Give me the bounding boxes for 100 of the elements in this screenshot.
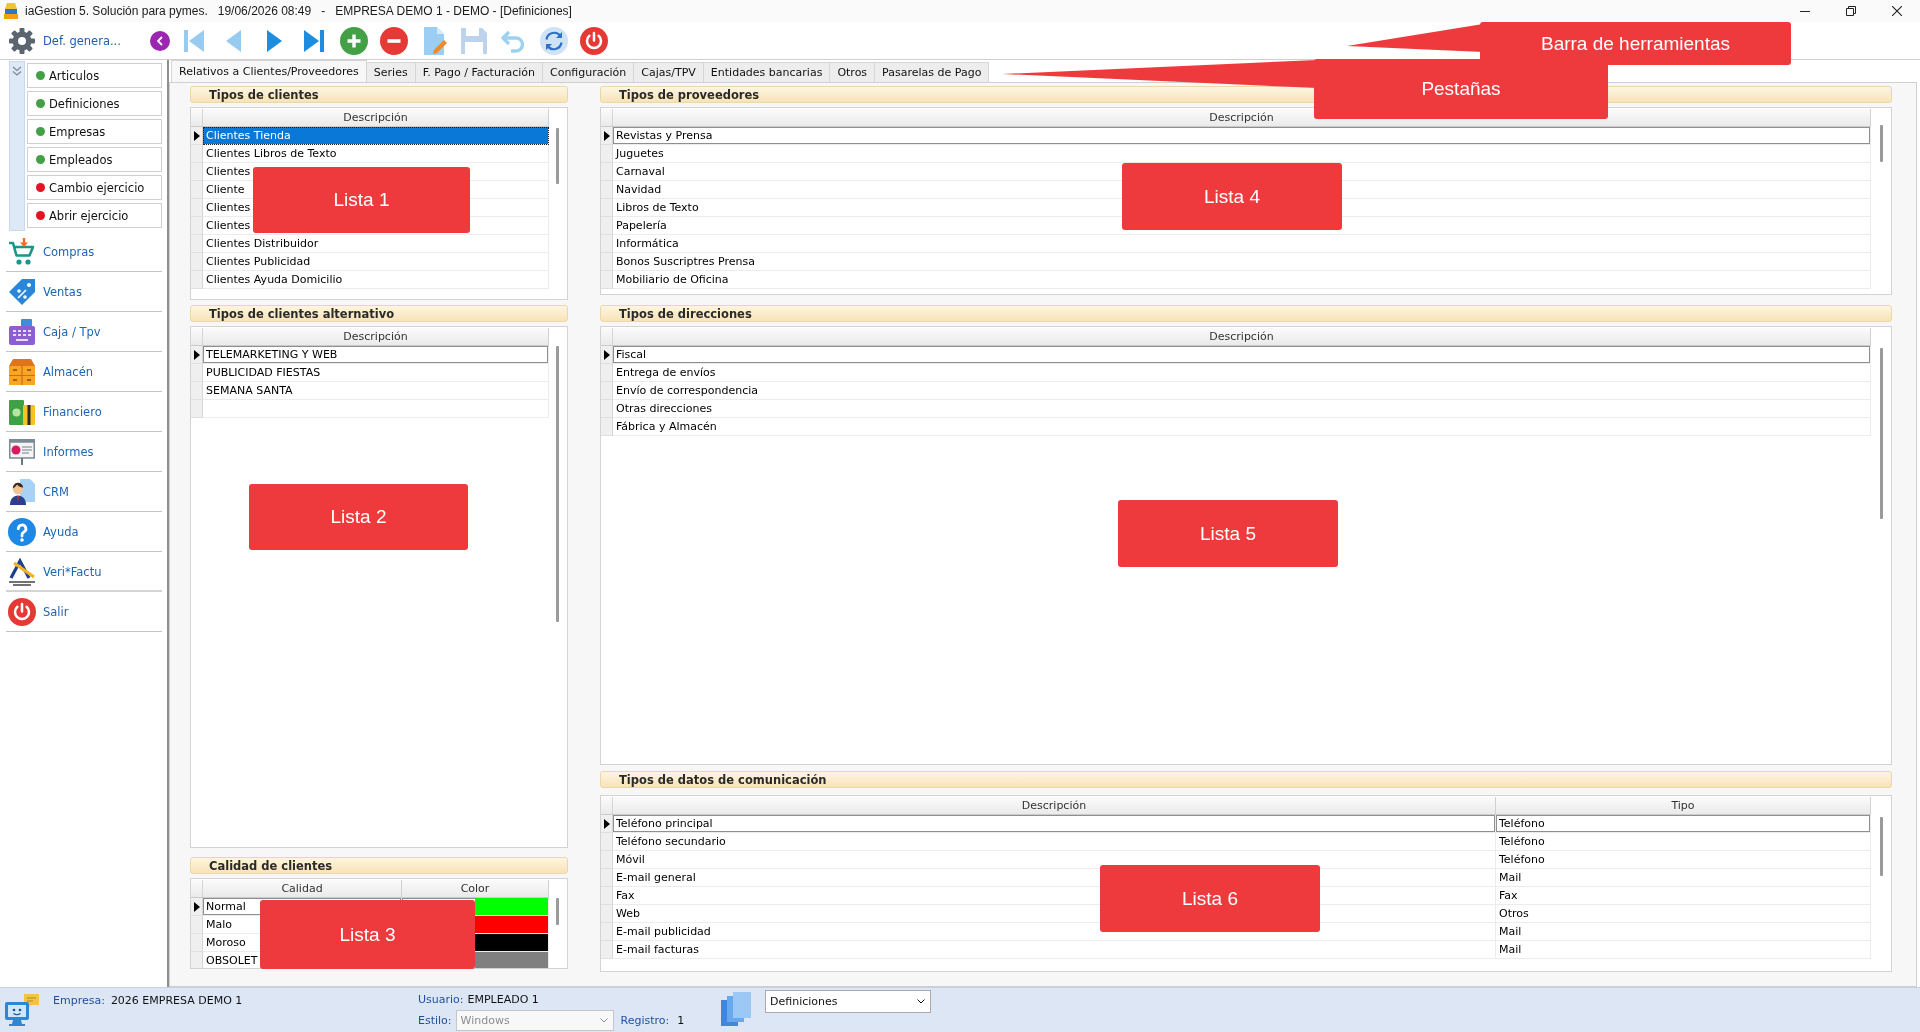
tab[interactable]: F. Pago / Facturación — [414, 62, 543, 82]
minus-icon[interactable] — [380, 26, 408, 55]
column-header[interactable]: Calidad — [203, 880, 402, 897]
cell-text: Fiscal — [616, 348, 647, 361]
cell-text: Clientes Libros de Texto — [206, 147, 337, 160]
row-selector[interactable] — [601, 346, 613, 364]
cell-text: Normal — [206, 900, 246, 913]
company-name: 2026 EMPRESA DEMO 1 — [110, 994, 243, 1007]
scrollbar-thumb[interactable] — [1880, 348, 1883, 519]
cell-text: Fax — [616, 889, 635, 902]
shortcut-item[interactable]: Articulos — [27, 63, 162, 88]
plus-icon[interactable] — [340, 26, 368, 55]
cell-text: Mail — [1499, 925, 1522, 938]
callout: Lista 5 — [1118, 500, 1338, 567]
cell-text: Clientes Distribuidor — [206, 237, 319, 250]
cell-text: Fábrica y Almacén — [616, 420, 717, 433]
cell-text: Juguetes — [616, 147, 664, 160]
collapse-bar[interactable] — [9, 61, 25, 231]
tab[interactable]: Series — [365, 62, 416, 82]
cell-text: Móvil — [616, 853, 645, 866]
cell-text: Navidad — [616, 183, 662, 196]
shortcut-item[interactable]: Empresas — [27, 119, 162, 144]
tab[interactable]: Configuración — [541, 62, 635, 82]
row-selector[interactable] — [191, 127, 203, 145]
sidebar-item[interactable]: Ayuda — [6, 512, 162, 552]
cell-text: Clientes — [206, 219, 251, 232]
sidebar-item[interactable]: Financiero — [6, 392, 162, 432]
cell-text: Envío de correspondencia — [616, 384, 759, 397]
row-pointer-icon — [193, 130, 200, 141]
row-selector[interactable] — [191, 346, 203, 364]
section-header: Calidad de clientes — [190, 857, 568, 874]
cash-register-icon — [8, 317, 36, 346]
column-header[interactable]: Descripción — [613, 797, 1496, 814]
minimize-icon[interactable] — [1800, 10, 1810, 12]
cell-text: Clientes Tienda — [206, 129, 291, 142]
chevron-left-icon[interactable] — [157, 35, 163, 46]
restore-icon[interactable] — [1846, 6, 1856, 16]
tab[interactable]: Relativos a Clientes/Proveedores — [171, 60, 367, 82]
row-selector[interactable] — [601, 815, 613, 833]
view-dropdown[interactable]: Definiciones — [765, 990, 931, 1013]
column-header[interactable]: Tipo — [1496, 797, 1871, 814]
user-label: Usuario: — [418, 993, 464, 1006]
caret-down-icon[interactable] — [917, 999, 925, 1004]
record-label: Registro: — [620, 1014, 670, 1027]
sidebar-item[interactable]: Caja / Tpv — [6, 312, 162, 352]
cell-text: PUBLICIDAD FIESTAS — [206, 366, 321, 379]
row-selector[interactable] — [191, 898, 203, 916]
power-icon[interactable] — [580, 26, 608, 55]
row-selector[interactable] — [601, 127, 613, 145]
callout: Lista 6 — [1100, 865, 1320, 932]
close-icon[interactable] — [1892, 6, 1902, 16]
row-pointer-icon — [603, 818, 610, 829]
cell-text: Mobiliario de Oficina — [616, 273, 729, 286]
cell-text: Teléfono — [1499, 853, 1545, 866]
cell-text: Carnaval — [616, 165, 665, 178]
back-button[interactable] — [150, 30, 170, 51]
section-header: Tipos de clientes — [190, 86, 568, 103]
tab[interactable]: Entidades bancarias — [702, 62, 831, 82]
help-icon — [8, 517, 36, 546]
sidebar-item[interactable]: Compras — [6, 232, 162, 272]
refresh-icon[interactable] — [540, 26, 568, 55]
cell-text: Mail — [1499, 871, 1522, 884]
row-pointer-icon — [193, 901, 200, 912]
section-header: Tipos de clientes alternativo — [190, 305, 568, 322]
module-title: Def. genera... — [43, 33, 121, 48]
section-header: Tipos de datos de comunicación — [600, 771, 1892, 788]
company-label: Empresa: — [53, 994, 105, 1007]
cell-text: Teléfono — [1499, 817, 1545, 830]
cell-text: Clientes Publicidad — [206, 255, 311, 268]
sidebar-item[interactable]: Salir — [6, 592, 162, 632]
scrollbar-thumb[interactable] — [1880, 125, 1883, 162]
cell-text: Cliente — [206, 183, 245, 196]
scrollbar-thumb[interactable] — [1880, 817, 1883, 876]
computer-chat-icon — [4, 993, 40, 1027]
cell-text: Otras direcciones — [616, 402, 712, 415]
record-number: 1 — [677, 1014, 685, 1027]
sidebar-item[interactable]: Ventas — [6, 272, 162, 312]
sidebar-item[interactable]: CRM — [6, 472, 162, 512]
column-header[interactable]: Color — [402, 880, 549, 897]
row-pointer-icon — [193, 349, 200, 360]
logo-icon — [8, 557, 36, 586]
tab[interactable]: Pasarelas de Pago — [874, 62, 990, 82]
cell-text: Teléfono — [1499, 835, 1545, 848]
tab[interactable]: Otros — [829, 62, 876, 82]
cell-text: Teléfono secundario — [616, 835, 726, 848]
shortcut-item[interactable]: Cambio ejercicio — [27, 175, 162, 200]
shortcut-item[interactable]: Definiciones — [27, 91, 162, 116]
empty-row[interactable] — [191, 400, 549, 418]
cell-text: Malo — [206, 918, 233, 931]
tab[interactable]: Cajas/TPV — [633, 62, 704, 82]
sidebar-item[interactable]: Informes — [6, 432, 162, 472]
shortcut-item[interactable]: Empleados — [27, 147, 162, 172]
scrollbar-thumb[interactable] — [556, 898, 559, 925]
double-chevron-down-icon[interactable] — [12, 66, 22, 76]
section-header: Tipos de direcciones — [600, 305, 1892, 322]
shortcut-item[interactable]: Abrir ejercicio — [27, 203, 162, 228]
cell-text: E-mail publicidad — [616, 925, 711, 938]
sidebar-item[interactable]: Almacén — [6, 352, 162, 392]
scrollbar-thumb[interactable] — [556, 346, 559, 622]
scrollbar-thumb[interactable] — [556, 128, 559, 184]
